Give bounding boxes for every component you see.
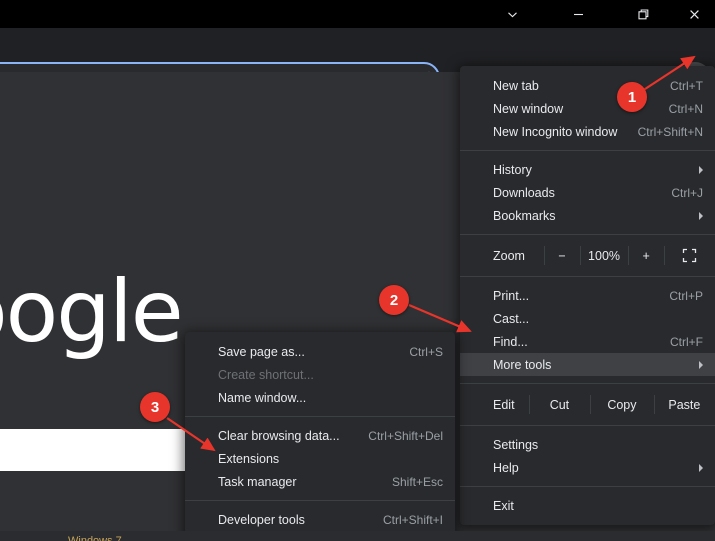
menu-item-accel: Ctrl+Shift+Del (368, 428, 443, 443)
menu-item-more-tools[interactable]: More tools (460, 353, 715, 376)
chevron-right-icon (699, 211, 703, 220)
menu-separator (460, 150, 715, 151)
menu-item-accel: Shift+Esc (391, 474, 443, 489)
menu-item-accel: Ctrl+P (669, 288, 703, 303)
close-icon[interactable] (672, 0, 715, 28)
google-search-box[interactable] (0, 429, 205, 471)
menu-item-accel: Ctrl+S (409, 344, 443, 359)
menu-item-accel: Ctrl+F (670, 334, 703, 349)
menu-item-label: More tools (493, 357, 552, 372)
submenu-item-developer-tools[interactable]: Developer tools Ctrl+Shift+I (185, 508, 455, 531)
callout-badge-2: 2 (379, 285, 409, 315)
callout-badge-1: 1 (617, 82, 647, 112)
more-tools-submenu: Save page as... Ctrl+S Create shortcut..… (185, 332, 455, 539)
menu-item-label: Settings (493, 437, 539, 452)
menu-item-new-tab[interactable]: New tab Ctrl+T (460, 74, 715, 97)
menu-item-downloads[interactable]: Downloads Ctrl+J (460, 181, 715, 204)
cut-button[interactable]: Cut (528, 391, 590, 418)
menu-item-bookmarks[interactable]: Bookmarks (460, 204, 715, 227)
menu-item-label: Downloads (493, 185, 555, 200)
bottom-cut-off-text: Windows 7 (68, 535, 122, 541)
menu-item-label: Bookmarks (493, 208, 556, 223)
menu-item-label: Exit (493, 498, 514, 513)
menu-item-label: Save page as... (218, 344, 305, 359)
submenu-item-clear-browsing-data[interactable]: Clear browsing data... Ctrl+Shift+Del (185, 424, 455, 447)
zoom-in-button[interactable]: + (628, 242, 664, 269)
minimize-icon[interactable] (556, 0, 601, 28)
submenu-item-name-window[interactable]: Name window... (185, 386, 455, 409)
submenu-item-save-page-as[interactable]: Save page as... Ctrl+S (185, 340, 455, 363)
zoom-level: 100% (579, 242, 628, 269)
menu-separator (460, 486, 715, 487)
callout-badge-3: 3 (140, 392, 170, 422)
menu-item-label: Name window... (218, 390, 307, 405)
menu-separator (185, 416, 455, 417)
edit-row: Edit Cut Copy Paste (460, 391, 715, 418)
menu-item-cast[interactable]: Cast... (460, 307, 715, 330)
menu-item-find[interactable]: Find... Ctrl+F (460, 330, 715, 353)
menu-item-accel: Ctrl+J (671, 185, 703, 200)
menu-separator (460, 383, 715, 384)
menu-item-label: Task manager (218, 474, 297, 489)
menu-item-print[interactable]: Print... Ctrl+P (460, 284, 715, 307)
chevron-right-icon (699, 463, 703, 472)
menu-item-settings[interactable]: Settings (460, 433, 715, 456)
paste-button[interactable]: Paste (653, 391, 715, 418)
menu-separator (460, 276, 715, 277)
menu-item-help[interactable]: Help (460, 456, 715, 479)
menu-item-label: Print... (493, 288, 530, 303)
menu-item-label: Create shortcut... (218, 367, 314, 382)
chevron-right-icon (699, 360, 703, 369)
menu-item-label: New Incognito window (493, 124, 618, 139)
chevron-down-icon[interactable] (490, 0, 535, 28)
zoom-label: Zoom (493, 248, 525, 263)
menu-item-label: Find... (493, 334, 528, 349)
menu-item-label: Clear browsing data... (218, 428, 340, 443)
menu-item-accel: Ctrl+Shift+N (637, 124, 703, 139)
restore-icon[interactable] (621, 0, 666, 28)
submenu-item-create-shortcut: Create shortcut... (185, 363, 455, 386)
zoom-row: Zoom − 100% + (460, 242, 715, 269)
google-logo: oogle (0, 262, 184, 362)
menu-item-new-window[interactable]: New window Ctrl+N (460, 97, 715, 120)
copy-button[interactable]: Copy (590, 391, 654, 418)
menu-item-history[interactable]: History (460, 158, 715, 181)
menu-separator (460, 234, 715, 235)
menu-separator (185, 500, 455, 501)
menu-item-accel: Ctrl+T (670, 78, 703, 93)
menu-item-label: Help (493, 460, 519, 475)
title-bar (0, 0, 715, 28)
submenu-item-task-manager[interactable]: Task manager Shift+Esc (185, 470, 455, 493)
zoom-out-button[interactable]: − (544, 242, 580, 269)
menu-item-exit[interactable]: Exit (460, 494, 715, 517)
menu-item-label: Extensions (218, 451, 280, 466)
submenu-item-extensions[interactable]: Extensions (185, 447, 455, 470)
menu-item-label: Developer tools (218, 512, 305, 527)
menu-item-new-incognito-window[interactable]: New Incognito window Ctrl+Shift+N (460, 120, 715, 143)
menu-item-label: Cast... (493, 311, 530, 326)
menu-item-accel: Ctrl+N (668, 101, 703, 116)
menu-separator (460, 425, 715, 426)
fullscreen-icon[interactable] (663, 242, 715, 269)
edit-label: Edit (493, 397, 515, 412)
chevron-right-icon (699, 165, 703, 174)
chrome-main-menu: New tab Ctrl+T New window Ctrl+N New Inc… (460, 66, 715, 525)
menu-item-label: History (493, 162, 532, 177)
menu-item-accel: Ctrl+Shift+I (382, 512, 443, 527)
